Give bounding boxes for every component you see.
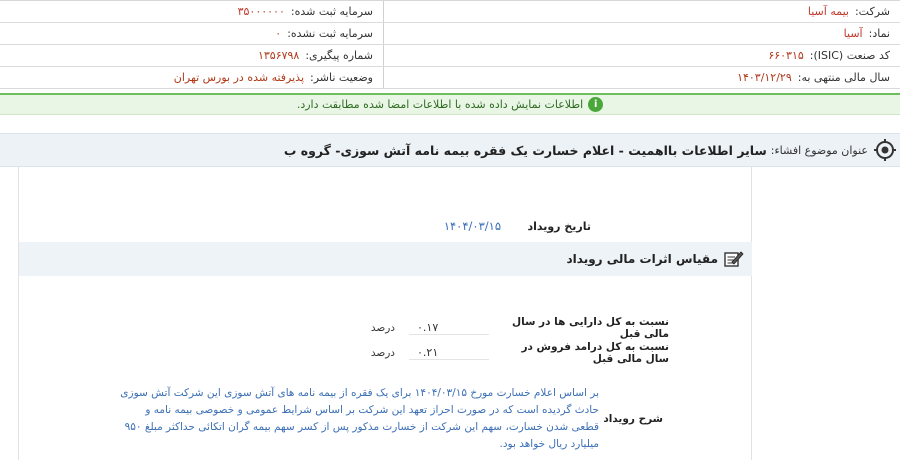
ratio-row-revenue: نسبت به کل درامد فروش در سال مالی قبل ۰.… [370,341,669,365]
description-text: بر اساس اعلام خسارت مورخ ۱۴۰۴/۰۳/۱۵ برای… [120,387,599,450]
ratio-value: ۰.۲۱ [409,346,489,360]
info-row-fiscal: سال مالی منتهی به: ۱۴۰۳/۱۲/۲۹ وضعیت ناشر… [0,67,900,89]
fiscal-year-cell: سال مالی منتهی به: ۱۴۰۳/۱۲/۲۹ [383,67,900,88]
isic-value: ۶۶۰۳۱۵ [768,49,804,62]
ratio-unit: درصد [370,322,395,334]
unregistered-capital-value: ۰ [275,27,282,40]
section-title: مقیاس اثرات مالی رویداد [566,252,718,266]
ratio-row-assets: نسبت به کل دارایی ها در سال مالی قبل ۰.۱… [370,316,669,340]
registered-capital-value: ۳۵۰۰۰۰۰۰ [237,5,285,18]
description-label: شرح رویداد [603,413,663,425]
ratio-unit: درصد [370,347,395,359]
publisher-status-value: پذیرفته شده در بورس تهران [173,71,305,84]
target-icon [874,139,896,161]
event-date-label: تاریخ رویداد [527,219,591,233]
info-row-symbol: نماد: آسیا سرمایه ثبت نشده: ۰ [0,23,900,45]
unregistered-capital-cell: سرمایه ثبت نشده: ۰ [0,23,383,44]
isic-cell: کد صنعت (ISIC): ۶۶۰۳۱۵ [383,45,900,66]
notice-text: اطلاعات نمایش داده شده با اطلاعات امضا ش… [296,98,584,111]
company-value[interactable]: بیمه آسیا [808,5,849,18]
symbol-cell: نماد: آسیا [383,23,900,44]
tracking-cell: شماره پیگیری: ۱۳۵۶۷۹۸ [0,45,383,66]
symbol-value[interactable]: آسیا [844,27,863,40]
registered-capital-cell: سرمایه ثبت شده: ۳۵۰۰۰۰۰۰ [0,1,383,22]
registered-capital-label: سرمایه ثبت شده: [290,5,373,18]
event-date-row: تاریخ رویداد ۱۴۰۴/۰۳/۱۵ [444,219,591,233]
info-row-isic: کد صنعت (ISIC): ۶۶۰۳۱۵ شماره پیگیری: ۱۳۵… [0,45,900,67]
ratio-label: نسبت به کل دارایی ها در سال مالی قبل [512,316,669,340]
ratio-label: نسبت به کل درامد فروش در سال مالی قبل [521,341,669,365]
company-cell: شرکت: بیمه آسیا [383,1,900,22]
subject-label: عنوان موضوع افشاء: [770,143,868,157]
financial-impact-section-header: مقیاس اثرات مالی رویداد [19,242,752,276]
tracking-value: ۱۳۵۶۷۹۸ [257,49,300,62]
info-row-company: شرکت: بیمه آسیا سرمایه ثبت شده: ۳۵۰۰۰۰۰۰ [0,1,900,23]
info-icon: i [588,97,604,112]
company-info-table: شرکت: بیمه آسیا سرمایه ثبت شده: ۳۵۰۰۰۰۰۰… [0,0,900,89]
verification-notice: i اطلاعات نمایش داده شده با اطلاعات امضا… [0,93,900,115]
company-label: شرکت: [854,5,890,18]
event-description-row: شرح رویداد بر اساس اعلام خسارت مورخ ۱۴۰۴… [119,385,663,453]
ratio-value: ۰.۱۷ [409,321,489,335]
publisher-status-label: وضعیت ناشر: [310,71,373,84]
symbol-label: نماد: [868,27,890,40]
unregistered-capital-label: سرمایه ثبت نشده: [287,27,373,40]
event-details-panel: تاریخ رویداد ۱۴۰۴/۰۳/۱۵ مقیاس اثرات مالی… [18,167,752,460]
fiscal-year-label: سال مالی منتهی به: [797,71,890,84]
fiscal-year-value: ۱۴۰۳/۱۲/۲۹ [737,71,792,84]
disclosure-subject-bar: عنوان موضوع افشاء: سایر اطلاعات بااهمیت … [0,133,900,167]
publisher-status-cell: وضعیت ناشر: پذیرفته شده در بورس تهران [0,67,383,88]
tracking-label: شماره پیگیری: [305,49,373,62]
isic-label: کد صنعت (ISIC): [809,49,890,62]
edit-note-icon [724,251,744,267]
event-date-value: ۱۴۰۴/۰۳/۱۵ [443,219,501,233]
subject-title: سایر اطلاعات بااهمیت - اعلام خسارت یک فق… [283,142,767,158]
